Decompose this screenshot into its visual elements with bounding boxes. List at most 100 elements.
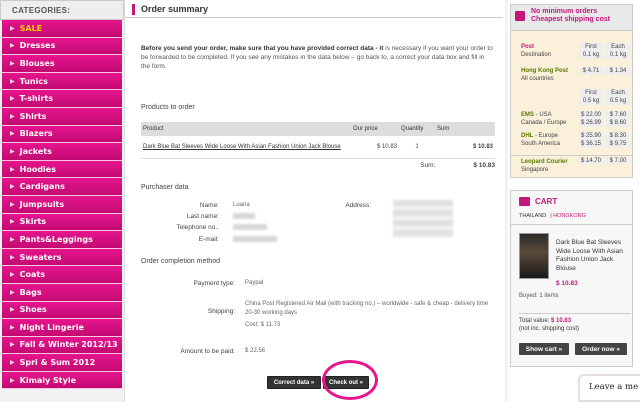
category-label: Bags <box>19 287 42 297</box>
category-item[interactable]: ▶ Spri & Sum 2012 <box>2 354 122 372</box>
leave-message-button[interactable]: Leave a me <box>578 374 640 402</box>
category-label: Hoodies <box>19 164 56 174</box>
amount-value: $ 22.56 <box>245 348 266 354</box>
cart-header: CART <box>511 191 632 213</box>
post-label: Post <box>521 44 535 50</box>
hk-dest: All countries <box>521 76 554 82</box>
sum-value: $ 10.83 <box>473 162 495 169</box>
category-item[interactable]: ▶ Sweaters <box>2 248 122 267</box>
ems-dest-1: - USA <box>534 112 552 118</box>
hk-first: $ 4.71 <box>579 67 603 75</box>
product-link[interactable]: Dark Blue Bat Sleeves Wide Loose With As… <box>143 144 341 150</box>
total-note: (not inc. shipping cost) <box>519 326 580 332</box>
category-item[interactable]: ▶ Pants&Leggings <box>2 231 122 249</box>
shipping-label: Shipping: <box>207 308 235 315</box>
tab-thailand[interactable]: THAILAND <box>519 213 546 219</box>
cart-icon <box>519 197 530 206</box>
leopard-label: Leopard Courier <box>521 159 568 165</box>
shipping-cost: Cost: $ 11.73 <box>245 322 281 328</box>
category-item[interactable]: ▶ Jumpsuits <box>2 195 122 214</box>
category-item[interactable]: ▶ SALE <box>2 20 122 38</box>
chevron-right-icon: ▶ <box>10 288 15 296</box>
col-sum: Sum <box>435 122 495 136</box>
lastname-label: Last name: <box>186 213 219 220</box>
category-label: Fall & Winter 2012/13 <box>19 340 118 350</box>
product-thumbnail[interactable] <box>519 233 549 279</box>
shipping-title-1: No minimum orders <box>531 8 598 15</box>
chevron-right-icon: ▶ <box>10 183 15 191</box>
ems-first-2: $ 26.99 <box>580 120 602 126</box>
category-item[interactable]: ▶ Fall & Winter 2012/13 <box>2 336 122 355</box>
category-item[interactable]: ▶ Kimaly Style <box>2 371 122 390</box>
chevron-right-icon: ▶ <box>10 306 15 314</box>
name-value: Luana <box>233 202 250 208</box>
chevron-right-icon: ▶ <box>10 253 15 261</box>
email-label: E-mail: <box>198 236 219 243</box>
ems-each-1: $ 7.60 <box>609 112 627 118</box>
show-cart-button[interactable]: Show cart » <box>519 343 569 355</box>
first-weight: 0.1 kg <box>582 52 600 58</box>
chevron-right-icon: ▶ <box>10 200 15 208</box>
shipping-title-2: Cheapest shipping cost <box>531 16 610 23</box>
chevron-right-icon: ▶ <box>10 42 15 50</box>
hk-each: $ 1.34 <box>606 67 630 75</box>
category-item[interactable]: ▶ T-shirts <box>2 90 122 108</box>
name-label: Name: <box>199 202 219 209</box>
category-item[interactable]: ▶ Skirts <box>2 213 122 232</box>
order-summary-panel: Order summary Before you send your order… <box>124 0 506 402</box>
chevron-right-icon: ▶ <box>10 235 15 243</box>
category-label: Pants&Leggings <box>19 234 93 244</box>
category-label: Shirts <box>19 111 47 121</box>
correct-data-button[interactable]: Correct data » <box>267 376 321 389</box>
category-item[interactable]: ▶ Blazers <box>2 125 122 144</box>
products-table: Product Our price Quantity Sum Dark Blue… <box>141 122 495 159</box>
category-item[interactable]: ▶ Jackets <box>2 143 122 161</box>
product-sum: $ 10.83 <box>435 136 495 159</box>
tab-hongkong[interactable]: HONGKONG <box>553 213 586 219</box>
lastname-value-redacted <box>233 213 255 220</box>
category-item[interactable]: ▶ Bags <box>2 283 122 302</box>
product-price: $ 10.83 <box>351 136 399 159</box>
purchaser-header: Purchaser data <box>141 184 189 191</box>
category-item[interactable]: ▶ Hoodies <box>2 160 122 179</box>
each2-weight: 0.5 kg <box>609 98 627 104</box>
destination-label: Destination <box>521 52 552 58</box>
payment-label: Payment type: <box>193 280 235 287</box>
right-sidebar: No minimum orders Cheapest shipping cost… <box>508 0 640 402</box>
category-item[interactable]: ▶ Shirts <box>2 107 122 126</box>
category-item[interactable]: ▶ Shoes <box>2 301 122 320</box>
checkout-button[interactable]: Check out » <box>323 376 369 389</box>
cart-box: CART THAILAND | HONGKONG Dark Blue Bat Sl… <box>510 190 633 367</box>
category-item[interactable]: ▶ Coats <box>2 266 122 284</box>
dhl-each-2: $ 9.75 <box>609 141 627 147</box>
category-label: Kimaly Style <box>19 375 77 385</box>
cart-item-name[interactable]: Dark Blue Bat Sleeves Wide Loose With As… <box>556 239 631 273</box>
category-item[interactable]: ▶ Dresses <box>2 37 122 56</box>
leopard-first: $ 14.70 <box>579 158 603 164</box>
category-item[interactable]: ▶ Cardigans <box>2 178 122 196</box>
categories-header: CATEGORIES: <box>0 0 124 20</box>
dhl-label: DHL <box>521 133 534 139</box>
category-item[interactable]: ▶ Blouses <box>2 55 122 73</box>
chevron-right-icon: ▶ <box>10 341 15 349</box>
shipping-box: No minimum orders Cheapest shipping cost… <box>510 4 633 156</box>
cart-bought: Buyed: 1 items <box>519 293 559 299</box>
chevron-right-icon: ▶ <box>10 77 15 85</box>
category-label: Skirts <box>19 217 46 227</box>
first2-weight: 0.5 kg <box>582 98 600 104</box>
sum-label: Sum: <box>420 162 436 169</box>
col-product: Product <box>141 122 351 136</box>
category-label: T-shirts <box>19 94 53 104</box>
chevron-right-icon: ▶ <box>10 130 15 138</box>
address-label: Address: <box>345 202 371 209</box>
product-qty: 1 <box>399 136 435 159</box>
category-item[interactable]: ▶ Tunics <box>2 72 122 91</box>
order-now-button[interactable]: Order now » <box>575 343 627 355</box>
category-label: Coats <box>19 270 45 280</box>
ems-dest-2: Canada / Europe <box>521 120 567 126</box>
intro-text: Before you send your order, make sure th… <box>141 44 495 71</box>
col-qty: Quantity <box>399 122 435 136</box>
hk-label: Hong Kong Post <box>521 68 568 74</box>
shipping-box-header: No minimum orders Cheapest shipping cost <box>511 5 632 31</box>
category-item[interactable]: ▶ Night Lingerie <box>2 319 122 337</box>
